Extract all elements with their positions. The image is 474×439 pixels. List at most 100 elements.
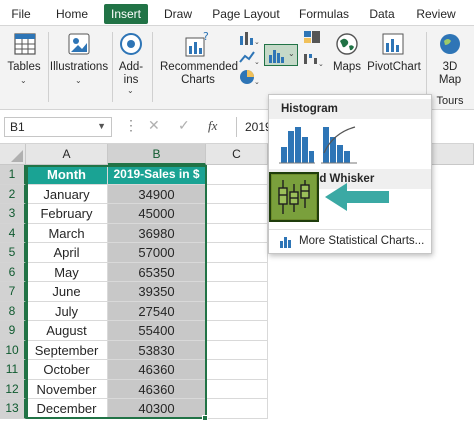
cancel-icon[interactable]: ✕: [148, 117, 160, 134]
sales-cell[interactable]: 55400: [108, 321, 206, 341]
3d-map-button[interactable]: 3D Map: [430, 28, 470, 98]
name-box[interactable]: B1 ▼: [4, 117, 112, 137]
column-chart-icon[interactable]: ⌄: [238, 28, 260, 46]
enter-icon[interactable]: ✓: [178, 117, 190, 134]
more-statistical-charts-item[interactable]: More Statistical Charts...: [269, 232, 431, 252]
box-whisker-chart-option[interactable]: [269, 172, 319, 222]
tab-file[interactable]: File: [6, 4, 36, 24]
month-cell[interactable]: March: [26, 223, 108, 243]
group-separator: [426, 32, 427, 102]
histogram-small-icon: [280, 237, 291, 248]
row-header[interactable]: 12: [0, 379, 26, 399]
row-header[interactable]: 7: [0, 282, 26, 302]
month-cell[interactable]: November: [26, 379, 108, 399]
3d-map-label-1: 3D: [442, 61, 458, 73]
svg-text:⌄: ⌄: [254, 79, 260, 86]
group-separator: [112, 32, 113, 102]
sales-cell[interactable]: 39350: [108, 282, 206, 302]
header-cell-sales[interactable]: 2019-Sales in $: [108, 165, 206, 185]
maps-button[interactable]: Maps: [330, 28, 364, 98]
empty-cell[interactable]: [206, 379, 268, 399]
column-header-b[interactable]: B: [108, 144, 206, 165]
statistic-chart-button[interactable]: ⌄: [264, 44, 298, 66]
sales-cell[interactable]: 65350: [108, 262, 206, 282]
histogram-chart-option-icon[interactable]: [277, 123, 315, 165]
column-header-a[interactable]: A: [26, 144, 108, 165]
empty-cell[interactable]: [206, 340, 268, 360]
tab-data[interactable]: Data: [364, 4, 400, 24]
month-cell[interactable]: July: [26, 301, 108, 321]
maps-label: Maps: [332, 61, 362, 73]
sales-cell[interactable]: 46360: [108, 379, 206, 399]
month-cell[interactable]: April: [26, 243, 108, 263]
tab-insert[interactable]: Insert: [104, 4, 148, 24]
sales-cell[interactable]: 27540: [108, 301, 206, 321]
svg-text:?: ?: [203, 30, 209, 43]
row-header[interactable]: 13: [0, 399, 26, 419]
empty-cell[interactable]: [206, 399, 268, 419]
month-cell[interactable]: February: [26, 204, 108, 224]
column-header-c[interactable]: C: [206, 144, 268, 165]
header-cell-month[interactable]: Month: [26, 165, 108, 185]
empty-cell[interactable]: [206, 165, 268, 185]
empty-cell[interactable]: [206, 243, 268, 263]
line-chart-icon[interactable]: ⌄: [238, 48, 260, 66]
empty-cell[interactable]: [206, 262, 268, 282]
pie-chart-icon[interactable]: ⌄: [238, 68, 260, 86]
svg-text:⌄: ⌄: [318, 61, 324, 68]
addins-button[interactable]: Add- ins ⌄: [114, 28, 148, 98]
empty-cell[interactable]: [206, 301, 268, 321]
sales-cell[interactable]: 36980: [108, 223, 206, 243]
sales-cell[interactable]: 46360: [108, 360, 206, 380]
chevron-down-icon[interactable]: ▼: [97, 121, 106, 131]
empty-cell[interactable]: [206, 282, 268, 302]
row-header[interactable]: 1: [0, 165, 26, 185]
tab-home[interactable]: Home: [52, 4, 92, 24]
tab-review[interactable]: Review: [412, 4, 460, 24]
sales-cell[interactable]: 34900: [108, 184, 206, 204]
tables-button[interactable]: Tables ⌄: [4, 28, 44, 98]
waterfall-chart-icon[interactable]: ⌄: [302, 50, 324, 68]
sales-cell[interactable]: 57000: [108, 243, 206, 263]
month-cell[interactable]: December: [26, 399, 108, 419]
empty-cell[interactable]: [206, 360, 268, 380]
row-header[interactable]: 10: [0, 340, 26, 360]
empty-cell[interactable]: [206, 223, 268, 243]
empty-cell[interactable]: [206, 184, 268, 204]
pointer-arrow-icon: [325, 183, 389, 211]
pareto-chart-option-icon[interactable]: [319, 123, 357, 165]
pivotchart-button[interactable]: PivotChart: [366, 28, 422, 98]
select-all-corner[interactable]: [0, 144, 26, 165]
illustrations-button[interactable]: Illustrations ⌄: [50, 28, 108, 98]
empty-cell[interactable]: [206, 204, 268, 224]
month-cell[interactable]: September: [26, 340, 108, 360]
row-header[interactable]: 4: [0, 223, 26, 243]
month-cell[interactable]: August: [26, 321, 108, 341]
insert-function-icon[interactable]: fx: [208, 118, 217, 134]
month-cell[interactable]: January: [26, 184, 108, 204]
row-header[interactable]: 3: [0, 204, 26, 224]
sales-cell[interactable]: 53830: [108, 340, 206, 360]
month-cell[interactable]: June: [26, 282, 108, 302]
tab-formulas[interactable]: Formulas: [296, 4, 352, 24]
tab-page-layout[interactable]: Page Layout: [210, 4, 282, 24]
svg-text:⌄: ⌄: [254, 39, 260, 46]
sales-cell[interactable]: 40300: [108, 399, 206, 419]
empty-cell[interactable]: [206, 321, 268, 341]
row-header[interactable]: 11: [0, 360, 26, 380]
recommended-charts-button[interactable]: ? Recommended Charts: [160, 28, 238, 98]
month-cell[interactable]: May: [26, 262, 108, 282]
tab-draw[interactable]: Draw: [160, 4, 196, 24]
more-statistical-charts-label: More Statistical Charts...: [299, 235, 425, 247]
chevron-down-icon: ⌄: [127, 86, 134, 95]
row-header[interactable]: 6: [0, 262, 26, 282]
row-header[interactable]: 5: [0, 243, 26, 263]
fill-handle[interactable]: [202, 414, 208, 421]
sales-cell[interactable]: 45000: [108, 204, 206, 224]
chevron-down-icon: ⌄: [75, 76, 82, 85]
row-header[interactable]: 2: [0, 184, 26, 204]
row-header[interactable]: 8: [0, 301, 26, 321]
row-header[interactable]: 9: [0, 321, 26, 341]
month-cell[interactable]: October: [26, 360, 108, 380]
hierarchy-chart-icon[interactable]: [302, 28, 324, 46]
